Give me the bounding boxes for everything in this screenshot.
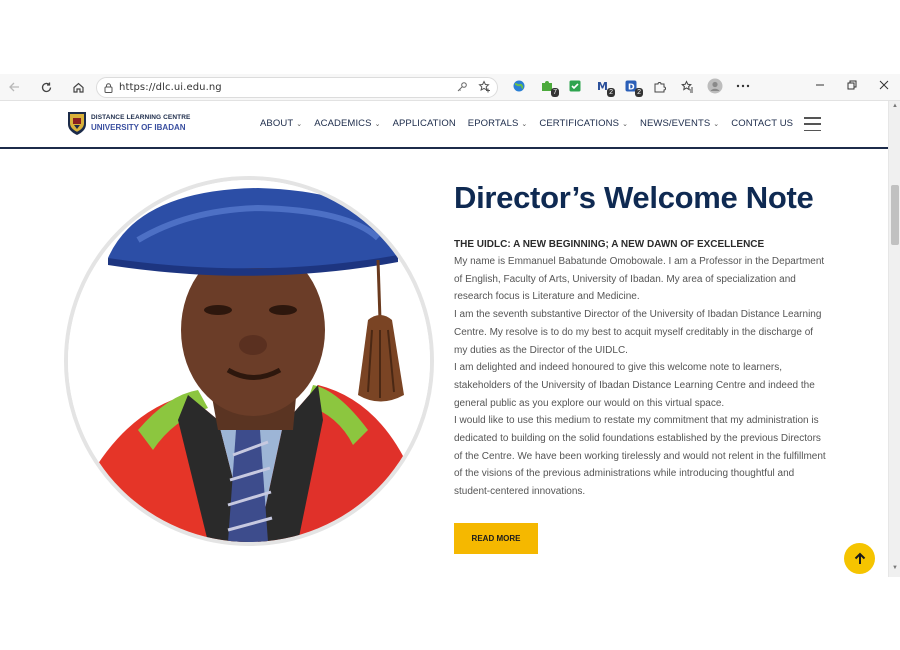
nav-application[interactable]: APPLICATION — [393, 118, 456, 129]
extensions-puzzle-icon[interactable] — [650, 77, 668, 95]
chevron-down-icon: ⌄ — [296, 120, 303, 128]
main-nav: ABOUT ⌄ ACADEMICS ⌄ APPLICATION EPORTALS ⌄ … — [260, 118, 805, 129]
puzzle-green-extension-icon[interactable]: 7 — [538, 77, 559, 97]
refresh-icon[interactable] — [32, 74, 60, 101]
logo-line-2: UNIVERSITY OF IBADAN — [91, 123, 186, 132]
chevron-down-icon: ⌄ — [374, 120, 381, 128]
nav-eportals[interactable]: EPORTALS ⌄ — [468, 118, 528, 129]
page-title: Director’s Welcome Note — [454, 180, 814, 215]
paragraph: I am the seventh substantive Director of… — [454, 309, 822, 356]
scroll-up-arrow-icon[interactable]: ▲ — [889, 103, 900, 113]
chevron-down-icon: ⌄ — [713, 120, 720, 128]
restore-icon[interactable] — [836, 74, 868, 96]
window-controls — [804, 74, 900, 96]
arrow-up-icon — [854, 552, 865, 564]
lock-icon — [97, 82, 119, 93]
page: https://dlc.ui.edu.ng 7 M 2 D 2 DISTANCE… — [0, 0, 900, 650]
url-text: https://dlc.ui.edu.ng — [119, 82, 222, 93]
nav-about[interactable]: ABOUT ⌄ — [260, 118, 302, 129]
paragraph: I am delighted and indeed honoured to gi… — [454, 362, 815, 409]
paragraph: My name is Emmanuel Babatunde Omobowale.… — [454, 256, 825, 303]
nav-contact-us[interactable]: CONTACT US — [731, 118, 793, 129]
paragraph: I would like to use this medium to resta… — [454, 415, 826, 498]
profile-avatar-icon[interactable] — [706, 77, 724, 95]
page-scrollbar[interactable]: ▲ ▼ — [888, 101, 900, 577]
nav-academics[interactable]: ACADEMICS ⌄ — [314, 118, 380, 129]
scroll-down-arrow-icon[interactable]: ▼ — [889, 565, 900, 575]
m-extension-icon[interactable]: M 2 — [594, 77, 615, 97]
back-to-top-button[interactable] — [844, 543, 875, 574]
subheading: THE UIDLC: A NEW BEGINNING; A NEW DAWN O… — [454, 239, 765, 250]
read-more-button[interactable]: READ MORE — [454, 523, 538, 554]
more-options-icon[interactable] — [734, 77, 752, 95]
favorites-icon[interactable] — [678, 77, 696, 95]
hamburger-menu-icon[interactable] — [804, 117, 821, 131]
browser-toolbar: https://dlc.ui.edu.ng 7 M 2 D 2 — [0, 74, 900, 101]
director-portrait — [64, 176, 434, 546]
site-logo[interactable]: DISTANCE LEARNING CENTRE UNIVERSITY OF I… — [66, 110, 190, 136]
site-header: DISTANCE LEARNING CENTRE UNIVERSITY OF I… — [0, 101, 888, 149]
check-extension-icon[interactable] — [566, 77, 584, 95]
d-extension-icon[interactable]: D 2 — [622, 77, 643, 97]
favorite-add-icon[interactable] — [478, 80, 491, 98]
welcome-body: My name is Emmanuel Babatunde Omobowale.… — [454, 253, 829, 501]
minimize-icon[interactable] — [804, 74, 836, 96]
globe-extension-icon[interactable] — [510, 77, 528, 95]
nav-news-events[interactable]: NEWS/EVENTS ⌄ — [640, 118, 719, 129]
chevron-down-icon: ⌄ — [521, 120, 528, 128]
extension-badge: 7 — [551, 88, 559, 97]
key-icon[interactable] — [456, 80, 468, 98]
close-icon[interactable] — [868, 74, 900, 96]
extension-badge: 2 — [607, 88, 615, 97]
svg-text:D: D — [628, 83, 635, 92]
scroll-thumb[interactable] — [891, 185, 899, 245]
chevron-down-icon: ⌄ — [622, 120, 629, 128]
logo-line-1: DISTANCE LEARNING CENTRE — [91, 114, 191, 121]
address-bar[interactable]: https://dlc.ui.edu.ng — [96, 77, 498, 98]
home-icon[interactable] — [64, 74, 92, 101]
extension-badge: 2 — [635, 88, 643, 97]
back-arrow-icon[interactable] — [0, 74, 28, 101]
extensions-area: 7 M 2 D 2 — [510, 77, 752, 97]
nav-certifications[interactable]: CERTIFICATIONS ⌄ — [539, 118, 628, 129]
crest-icon — [68, 112, 86, 135]
